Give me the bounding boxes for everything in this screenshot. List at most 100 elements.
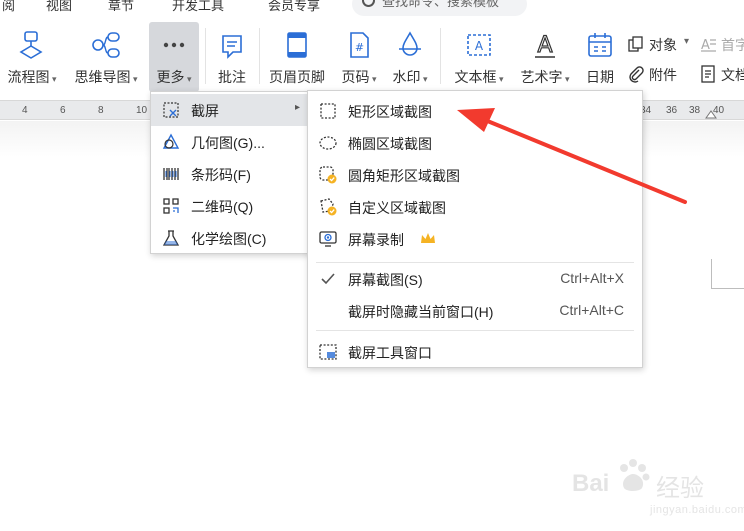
- menu-divider: [316, 330, 634, 331]
- textbox-label: 文本框 ▾: [454, 69, 504, 85]
- flowchart-icon: [19, 31, 43, 59]
- toolbar-divider: [205, 28, 206, 84]
- menu-item-rectangle-capture[interactable]: 矩形区域截图: [308, 95, 642, 127]
- menu-item-label: 自定义区域截图: [348, 200, 446, 216]
- custom-selection-icon: [320, 198, 337, 216]
- qrcode-icon: [163, 198, 179, 214]
- crown-icon: [421, 233, 435, 243]
- object-button[interactable]: 对象 ▾: [627, 34, 693, 54]
- shortcut-label: Ctrl+Alt+C: [559, 302, 624, 318]
- ellipse-selection-icon: [319, 136, 337, 150]
- page-number-button[interactable]: # 页码 ▾: [334, 22, 384, 92]
- watermark-icon: [399, 31, 421, 56]
- tab-developer[interactable]: 开发工具: [172, 0, 224, 14]
- menu-item-rounded-rect-capture[interactable]: 圆角矩形区域截图: [308, 159, 642, 191]
- menu-item-screenshot-tool-window[interactable]: 截屏工具窗口: [308, 336, 642, 368]
- svg-text:A: A: [475, 39, 484, 53]
- screenshot-tool-window-icon: [319, 344, 337, 360]
- search-placeholder: 查找命令、搜索模板: [382, 0, 500, 9]
- menu-item-geometry[interactable]: 几何图(G)...: [151, 126, 310, 158]
- more-button[interactable]: 更多 ▾: [149, 22, 199, 92]
- menu-item-label: 椭圆区域截图: [348, 136, 432, 152]
- menu-item-label: 圆角矩形区域截图: [348, 168, 460, 184]
- search-input[interactable]: 查找命令、搜索模板: [352, 0, 527, 16]
- chevron-down-icon: ▾: [369, 74, 377, 84]
- mindmap-icon: [92, 32, 120, 58]
- menu-item-label: 截屏工具窗口: [348, 345, 432, 361]
- search-icon: [362, 0, 375, 7]
- date-label: 日期: [586, 69, 614, 85]
- wordart-button[interactable]: A 艺术字 ▾: [514, 22, 576, 92]
- chevron-down-icon: ▾: [562, 74, 570, 84]
- chemistry-flask-icon: [162, 230, 180, 246]
- watermark-url: jingyan.baidu.com: [650, 504, 744, 516]
- ribbon-toolbar: 流程图 ▾ 思维导图 ▾ 更多 ▾ 批注 页眉页脚 # 页码 ▾ 水印 ▾ A …: [0, 18, 744, 100]
- chevron-down-icon: ▾: [420, 74, 428, 84]
- menu-item-label: 矩形区域截图: [348, 104, 432, 120]
- tab-review[interactable]: 阅: [2, 0, 15, 14]
- paperclip-icon: [629, 66, 644, 83]
- ruler-tick: 4: [22, 105, 28, 116]
- more-label: 更多 ▾: [156, 69, 192, 85]
- date-button[interactable]: 日期: [580, 22, 620, 92]
- object-icon: [628, 36, 643, 52]
- menu-item-screen-record[interactable]: 屏幕录制: [308, 223, 642, 255]
- checkmark-icon: [321, 273, 335, 285]
- menu-item-chemistry[interactable]: 化学绘图(C): [151, 222, 310, 254]
- wordart-label: 艺术字 ▾: [520, 69, 570, 85]
- menu-item-custom-capture[interactable]: 自定义区域截图: [308, 191, 642, 223]
- chevron-down-icon: ▾: [184, 74, 192, 84]
- wordart-icon: A: [535, 32, 555, 59]
- header-footer-icon: [287, 32, 307, 58]
- textbox-button[interactable]: A 文本框 ▾: [448, 22, 510, 92]
- mindmap-label: 思维导图 ▾: [74, 69, 138, 85]
- menu-item-barcode[interactable]: 条形码(F): [151, 158, 310, 190]
- baidu-paw-logo-icon: [620, 459, 650, 491]
- menu-item-screenshot[interactable]: 截屏 ▸: [151, 94, 310, 126]
- tab-chapter[interactable]: 章节: [108, 0, 134, 14]
- dropcap-button[interactable]: A 首字: [699, 34, 744, 54]
- menu-item-label: 几何图(G)...: [191, 135, 265, 151]
- screenshot-submenu: 矩形区域截图 椭圆区域截图 圆角矩形区域截图 自定义区域截图 屏幕录制 屏幕截图…: [307, 90, 643, 368]
- watermark-brand: Bai: [572, 470, 610, 497]
- calendar-icon: [588, 33, 612, 57]
- svg-text:A: A: [537, 33, 552, 58]
- screen-record-icon: [319, 231, 337, 247]
- toolbar-divider: [259, 28, 260, 84]
- header-footer-button[interactable]: 页眉页脚: [264, 22, 330, 92]
- ruler-tick: 38: [689, 105, 701, 116]
- attachment-button[interactable]: 附件: [627, 64, 687, 84]
- svg-text:#: #: [355, 41, 364, 54]
- doc-part-button[interactable]: 文档: [699, 64, 744, 84]
- dropcap-label: 首字: [721, 37, 744, 53]
- mindmap-button[interactable]: 思维导图 ▾: [70, 22, 142, 92]
- rectangle-selection-icon: [320, 103, 336, 119]
- shortcut-label: Ctrl+Alt+X: [560, 270, 624, 286]
- ruler-tick: 10: [136, 105, 148, 116]
- page-number-label: 页码 ▾: [341, 69, 377, 85]
- tab-view[interactable]: 视图: [46, 0, 72, 14]
- header-footer-label: 页眉页脚: [269, 69, 325, 85]
- menu-item-screen-capture[interactable]: 屏幕截图(S) Ctrl+Alt+X: [308, 263, 642, 295]
- comment-button[interactable]: 批注: [210, 22, 254, 92]
- geometry-icon: [162, 133, 180, 149]
- more-dropdown-menu: 截屏 ▸ 几何图(G)... 条形码(F) 二维码(Q) 化学绘图(C): [150, 91, 311, 254]
- document-icon: [701, 65, 715, 83]
- menu-item-label: 截屏: [191, 103, 219, 119]
- watermark-button[interactable]: 水印 ▾: [386, 22, 434, 92]
- menu-item-qrcode[interactable]: 二维码(Q): [151, 190, 310, 222]
- menu-item-ellipse-capture[interactable]: 椭圆区域截图: [308, 127, 642, 159]
- indent-marker-icon[interactable]: [705, 109, 717, 119]
- chevron-down-icon: ▾: [49, 74, 57, 84]
- tab-member[interactable]: 会员专享: [268, 0, 320, 14]
- menu-item-label: 条形码(F): [191, 167, 251, 183]
- menu-item-label: 截屏时隐藏当前窗口(H): [348, 304, 494, 320]
- page-number-icon: #: [350, 32, 369, 58]
- menu-item-hide-window-capture[interactable]: 截屏时隐藏当前窗口(H) Ctrl+Alt+C: [308, 295, 642, 327]
- chevron-down-icon: ▾: [496, 74, 504, 84]
- toolbar-divider: [440, 28, 441, 84]
- flowchart-button[interactable]: 流程图 ▾: [0, 22, 64, 92]
- baidu-jingyan-watermark: Bai 经验 jingyan.baidu.com: [570, 448, 744, 528]
- menu-item-label: 化学绘图(C): [191, 231, 267, 247]
- menu-item-label: 二维码(Q): [191, 199, 254, 215]
